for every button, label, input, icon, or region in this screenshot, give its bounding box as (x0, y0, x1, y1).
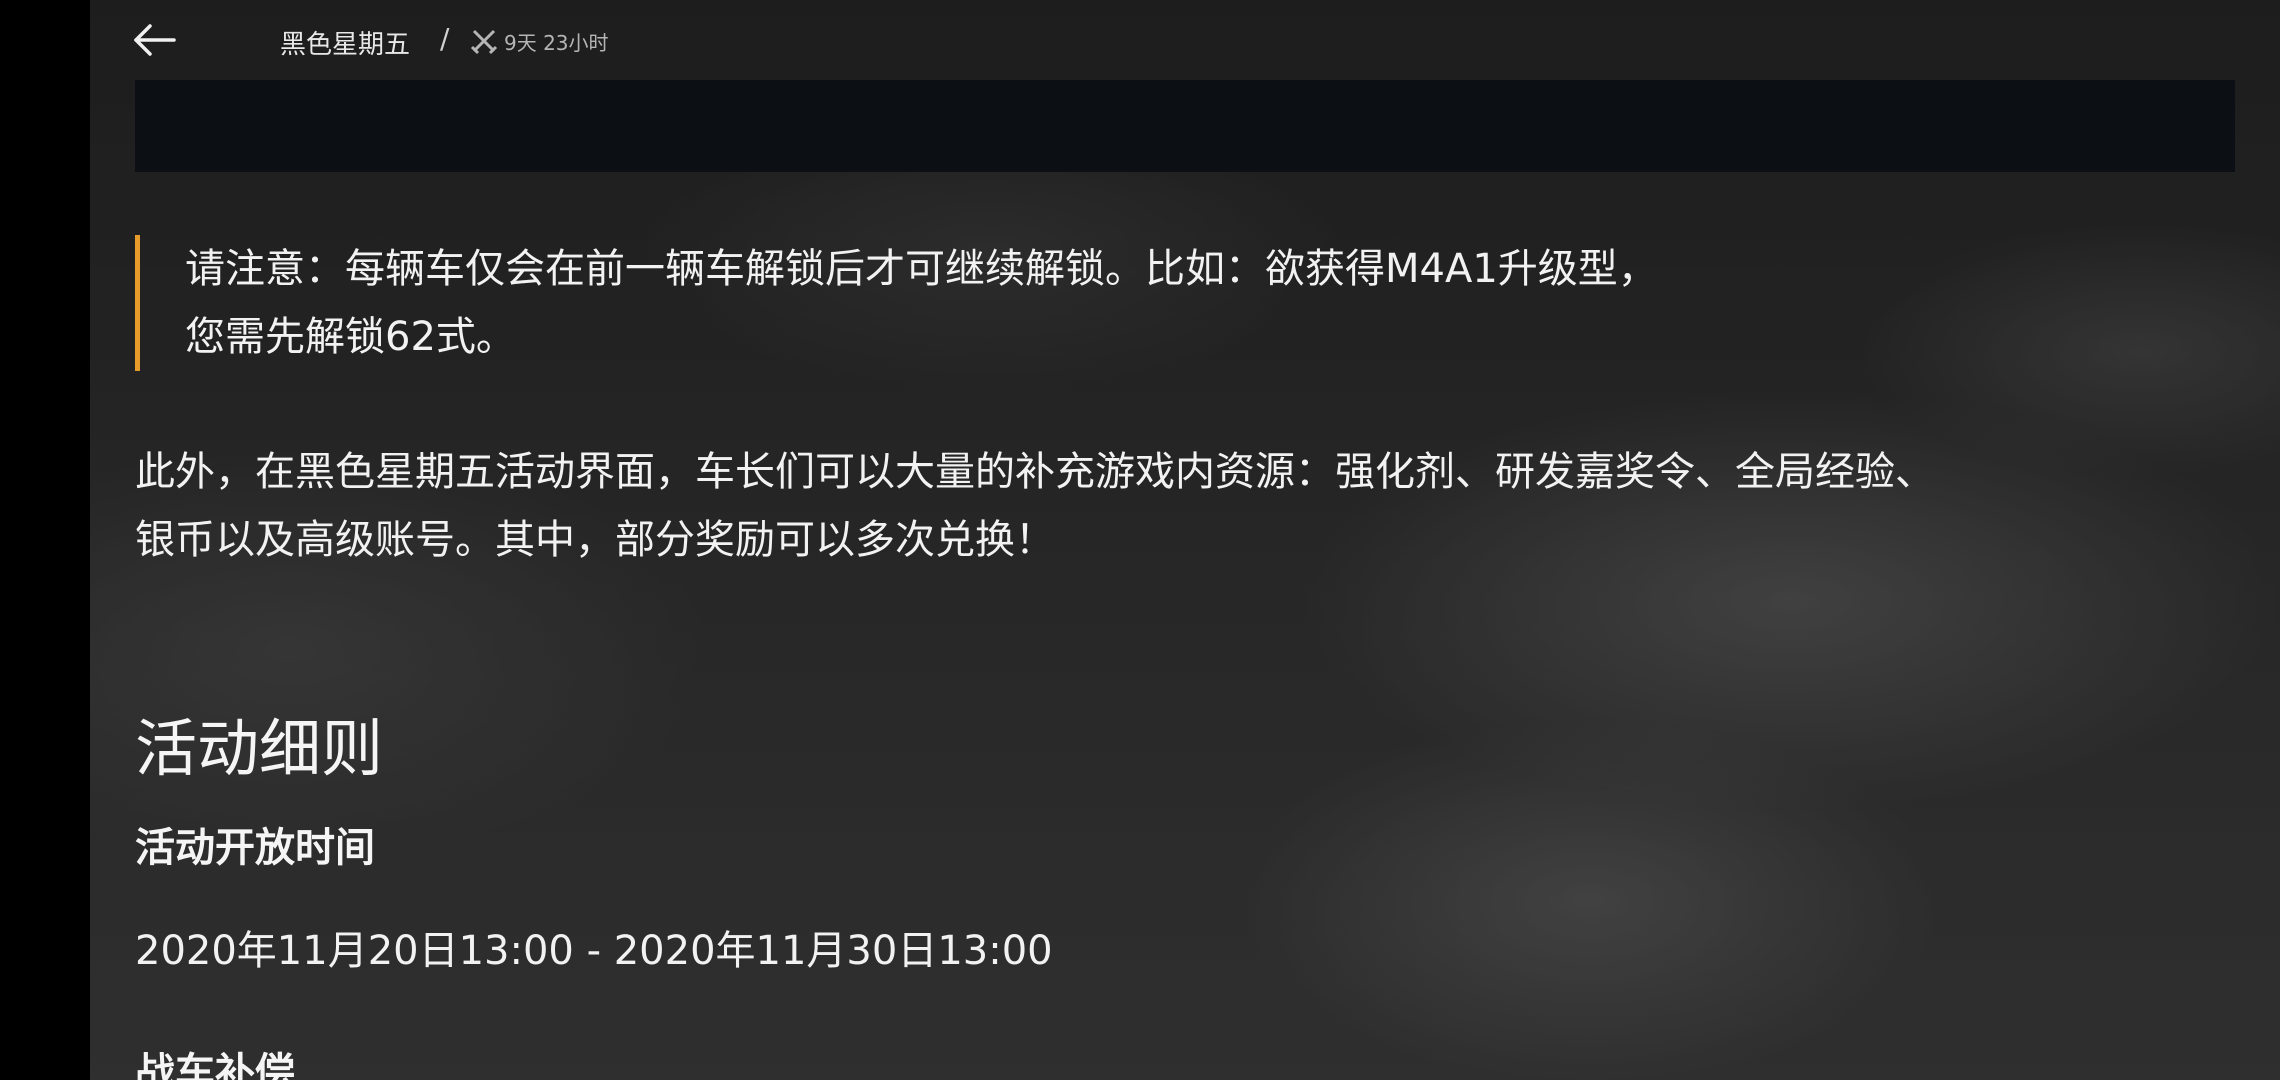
screen: 黑色星期五 / 9天 23小时 请注意：每辆车仅会在前一辆车解锁后才可继续解锁。… (0, 0, 2280, 1080)
back-arrow-icon (134, 24, 176, 56)
back-button[interactable] (130, 18, 180, 62)
header-bar: 黑色星期五 / 9天 23小时 (90, 0, 2280, 80)
breadcrumb-separator: / (440, 22, 450, 55)
countdown-text: 9天 23小时 (504, 30, 609, 55)
article-content: 黑色星期五 / 9天 23小时 请注意：每辆车仅会在前一辆车解锁后才可继续解锁。… (90, 0, 2280, 1080)
notice-line-1: 请注意：每辆车仅会在前一辆车解锁后才可继续解锁。比如：欲获得M4A1升级型， (185, 246, 1658, 292)
countdown: 9天 23小时 (470, 26, 609, 56)
left-bezel (0, 0, 90, 1080)
notice-line-2: 您需先解锁62式。 (185, 314, 516, 360)
open-time-value: 2020年11月20日13:00 - 2020年11月30日13:00 (135, 928, 1053, 974)
intro-line-2: 银币以及高级账号。其中，部分奖励可以多次兑换！ (135, 517, 1055, 563)
notice-block: 请注意：每辆车仅会在前一辆车解锁后才可继续解锁。比如：欲获得M4A1升级型， 您… (135, 235, 2185, 371)
crossed-swords-icon (470, 29, 498, 55)
open-time-heading: 活动开放时间 (135, 825, 375, 871)
breadcrumb-title[interactable]: 黑色星期五 (280, 24, 410, 61)
intro-line-1: 此外，在黑色星期五活动界面，车长们可以大量的补充游戏内资源：强化剂、研发嘉奖令、… (135, 449, 1935, 495)
compensation-heading: 战车补偿 (135, 1050, 295, 1080)
rules-heading: 活动细则 (135, 712, 384, 785)
banner-image (135, 80, 2235, 172)
intro-paragraph: 此外，在黑色星期五活动界面，车长们可以大量的补充游戏内资源：强化剂、研发嘉奖令、… (135, 438, 2215, 574)
app-window: 黑色星期五 / 9天 23小时 请注意：每辆车仅会在前一辆车解锁后才可继续解锁。… (90, 0, 2280, 1080)
